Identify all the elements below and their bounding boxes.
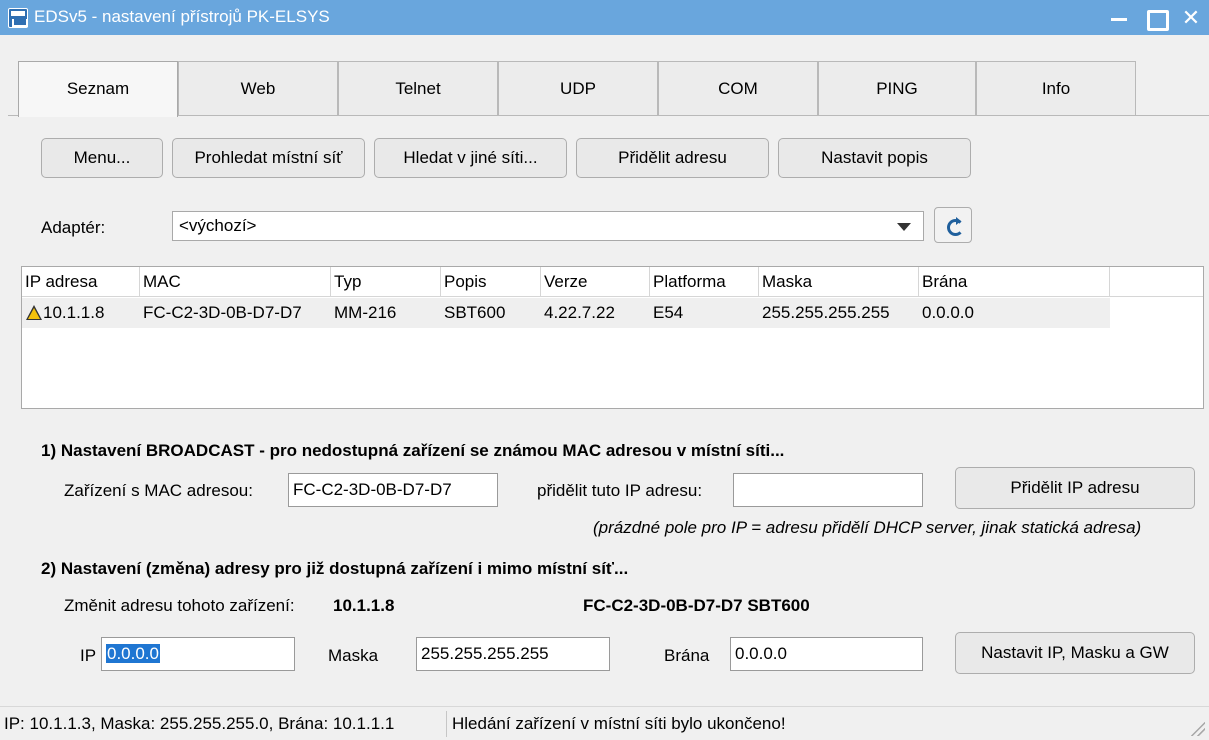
close-button[interactable]: ✕ [1173, 0, 1209, 35]
tab-udp[interactable]: UDP [498, 61, 658, 116]
device-table[interactable]: IP adresa MAC Typ Popis Verze Platforma … [21, 266, 1204, 409]
status-bar: IP: 10.1.1.3, Maska: 255.255.255.0, Brán… [0, 706, 1209, 740]
column-type[interactable]: Typ [331, 267, 441, 297]
column-mac[interactable]: MAC [140, 267, 331, 297]
ip-field[interactable]: 0.0.0.0 [101, 637, 295, 671]
search-other-network-button[interactable]: Hledat v jiné síti... [374, 138, 567, 178]
status-network-info: IP: 10.1.1.3, Maska: 255.255.255.0, Brán… [4, 714, 395, 733]
adapter-selected-value: <výchozí> [179, 216, 257, 235]
set-ip-mask-gateway-button[interactable]: Nastavit IP, Masku a GW [955, 632, 1195, 674]
cell-mask: 255.255.255.255 [762, 303, 890, 322]
mac-address-field[interactable]: FC-C2-3D-0B-D7-D7 [288, 473, 498, 507]
change-device-ip: 10.1.1.8 [333, 596, 395, 615]
window-title: EDSv5 - nastavení přístrojů PK-ELSYS [34, 7, 330, 26]
assign-ip-button[interactable]: Přidělit IP adresu [955, 467, 1195, 509]
cell-platform: E54 [653, 303, 684, 322]
app-icon [8, 8, 28, 28]
tab-ping[interactable]: PING [818, 61, 976, 116]
mask-field[interactable]: 255.255.255.255 [416, 637, 610, 671]
chevron-down-icon [897, 223, 911, 231]
adapter-label: Adaptér: [41, 218, 106, 237]
refresh-icon[interactable] [934, 207, 972, 243]
assign-ip-label: přidělit tuto IP adresu: [537, 481, 703, 500]
column-mask[interactable]: Maska [759, 267, 919, 297]
assign-ip-field[interactable] [733, 473, 923, 507]
tab-web[interactable]: Web [178, 61, 338, 116]
table-row[interactable]: 10.1.1.8 FC-C2-3D-0B-D7-D7 MM-216 SBT600… [22, 298, 1110, 328]
change-device-mac-description: FC-C2-3D-0B-D7-D7 SBT600 [583, 596, 810, 615]
cell-type: MM-216 [334, 303, 397, 322]
status-separator [446, 711, 447, 737]
cell-description: SBT600 [444, 303, 506, 322]
column-version[interactable]: Verze [541, 267, 650, 297]
resize-grip-icon[interactable] [1191, 722, 1205, 736]
broadcast-heading: 1) Nastavení BROADCAST - pro nedostupná … [41, 441, 785, 460]
title-bar: EDSv5 - nastavení přístrojů PK-ELSYS ✕ [0, 0, 1209, 35]
cell-version: 4.22.7.22 [544, 303, 615, 322]
mac-address-label: Zařízení s MAC adresou: [64, 481, 253, 500]
mask-label: Maska [328, 646, 379, 665]
assign-address-button[interactable]: Přidělit adresu [576, 138, 769, 178]
search-local-network-button[interactable]: Prohledat místní síť [172, 138, 365, 178]
tab-info[interactable]: Info [976, 61, 1136, 116]
set-description-button[interactable]: Nastavit popis [778, 138, 971, 178]
column-gateway[interactable]: Brána [919, 267, 1110, 297]
dhcp-hint: (prázdné pole pro IP = adresu přidělí DH… [593, 518, 1142, 537]
change-address-heading: 2) Nastavení (změna) adresy pro již dost… [41, 559, 629, 578]
minimize-button[interactable] [1101, 0, 1137, 35]
cell-gateway: 0.0.0.0 [922, 303, 974, 322]
menu-button[interactable]: Menu... [41, 138, 163, 178]
gateway-field[interactable]: 0.0.0.0 [730, 637, 923, 671]
column-description[interactable]: Popis [441, 267, 541, 297]
status-message: Hledání zařízení v místní síti bylo ukon… [452, 714, 786, 733]
adapter-select[interactable]: <výchozí> [172, 211, 924, 241]
gateway-label: Brána [664, 646, 710, 665]
cell-ip: 10.1.1.8 [43, 303, 105, 322]
cell-mac: FC-C2-3D-0B-D7-D7 [143, 303, 302, 322]
column-platform[interactable]: Platforma [650, 267, 759, 297]
maximize-button[interactable] [1137, 0, 1173, 35]
tab-com[interactable]: COM [658, 61, 818, 116]
change-device-label: Změnit adresu tohoto zařízení: [64, 596, 295, 615]
tab-seznam[interactable]: Seznam [18, 61, 178, 117]
table-header: IP adresa MAC Typ Popis Verze Platforma … [22, 267, 1203, 297]
tab-telnet[interactable]: Telnet [338, 61, 498, 116]
ip-label: IP [80, 646, 97, 665]
ip-field-selection: 0.0.0.0 [106, 644, 160, 663]
column-ip[interactable]: IP adresa [22, 267, 140, 297]
